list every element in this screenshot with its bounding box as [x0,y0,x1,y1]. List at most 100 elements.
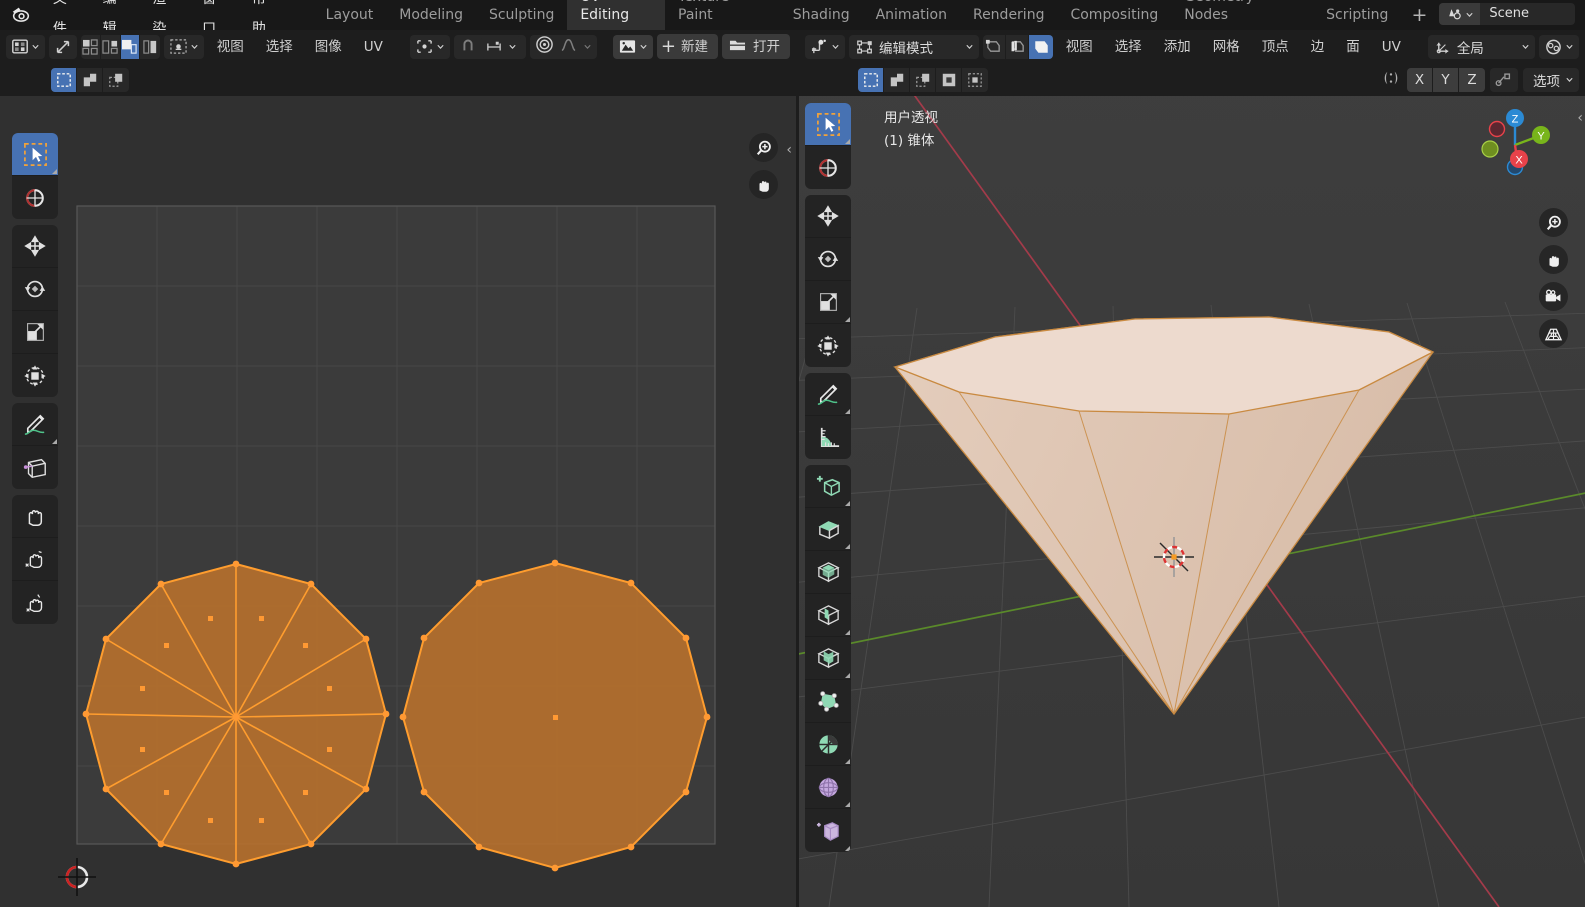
uv-edge-select-button[interactable] [101,34,121,59]
mirror-axis-z-button[interactable]: Z [1459,67,1485,92]
v3d-scale-tool[interactable] [805,281,851,324]
intersect-select-button[interactable] [962,68,988,92]
uv-mirror-button[interactable] [1490,67,1518,92]
subtract-select-button[interactable] [910,67,936,92]
uv-zoom-button[interactable] [749,133,778,162]
uv-menu-view[interactable]: 视图 [208,37,253,57]
viewport-menu-face[interactable]: 面 [1337,37,1369,57]
uv-pan-button[interactable] [749,170,778,199]
new-image-button[interactable]: + 新建 [656,34,718,59]
uv-editor-type-button[interactable] [6,34,45,59]
v3d-rotate-tool[interactable] [805,238,851,281]
viewport-menu-select[interactable]: 选择 [1106,37,1151,57]
uv-menu-uv[interactable]: UV [355,37,392,57]
interaction-mode-dropdown[interactable]: 编辑模式 [849,34,979,59]
tab-rendering[interactable]: Rendering [960,1,1058,30]
extend-select-button[interactable] [884,67,910,92]
viewport-editor-type-button[interactable] [805,34,845,59]
uv-grab-tool[interactable] [12,495,58,538]
tab-texture-paint[interactable]: Texture Paint [665,0,780,30]
v3d-loop-cut-tool[interactable] [805,637,851,680]
viewport-perspective-toggle-button[interactable] [1539,319,1568,348]
scene-selector[interactable]: Scene [1439,3,1575,25]
proportional-editing-icon[interactable] [535,35,554,58]
v3d-annotate-tool[interactable] [805,373,851,416]
uv-island-select-button[interactable] [140,35,160,59]
set-select-button[interactable] [51,67,77,92]
v3d-bevel-tool[interactable] [805,594,851,637]
tab-uv-editing[interactable]: UV Editing [567,0,666,30]
uv-tweak-tool[interactable] [12,133,58,176]
uv-pinch-tool[interactable] [12,581,58,624]
viewport-pan-button[interactable] [1539,245,1568,274]
viewport-menu-mesh[interactable]: 网格 [1204,37,1249,57]
v3d-extrude-region-tool[interactable] [805,508,851,551]
v3d-tweak-tool[interactable] [805,103,851,146]
v3d-smooth-tool[interactable] [805,766,851,809]
uv-menu-image[interactable]: 图像 [306,37,351,57]
tab-compositing[interactable]: Compositing [1057,1,1171,30]
pivot-point-dropdown[interactable] [1539,34,1579,59]
tab-geometry-nodes[interactable]: Geometry Nodes [1171,0,1313,30]
mirror-axis-y-button[interactable]: Y [1433,67,1459,92]
viewport-3d-canvas[interactable] [799,30,1585,907]
viewport-menu-vertex[interactable]: 顶点 [1253,37,1298,57]
tab-sculpting[interactable]: Sculpting [476,1,567,30]
uv-sidebar-toggle[interactable]: ‹ [786,142,792,158]
tab-scripting[interactable]: Scripting [1313,1,1401,30]
v3d-transform-tool[interactable] [805,324,851,367]
mesh-edge-select-button[interactable] [1006,34,1030,59]
tab-modeling[interactable]: Modeling [386,1,476,30]
viewport-options-dropdown[interactable]: 选项 [1523,67,1579,92]
uv-transform-tool[interactable] [12,354,58,397]
tab-layout[interactable]: Layout [313,1,387,30]
subtract-select-button[interactable] [103,68,129,92]
navigation-gizmo[interactable]: Z Y X [1475,103,1555,183]
uv-sticky-selection-button[interactable] [163,34,204,59]
v3d-cursor-tool[interactable] [805,146,851,189]
v3d-inset-faces-tool[interactable] [805,551,851,594]
blender-logo-icon[interactable] [0,0,42,30]
uv-annotate-tool[interactable] [12,403,58,446]
mirror-axis-x-button[interactable]: X [1407,67,1433,92]
uv-scale-tool[interactable] [12,311,58,354]
v3d-shear-tool[interactable] [805,809,851,852]
mesh-vertex-select-button[interactable] [983,34,1007,59]
transform-orientation-dropdown[interactable]: 全局 [1427,34,1535,59]
tab-animation[interactable]: Animation [863,1,960,30]
uv-move-tool[interactable] [12,225,58,268]
tab-shading[interactable]: Shading [780,1,863,30]
v3d-spin-tool[interactable] [805,723,851,766]
v3d-poly-build-tool[interactable] [805,680,851,723]
v3d-add-cube-tool[interactable] [805,465,851,508]
uv-vertex-select-button[interactable] [81,34,101,59]
mesh-face-select-button[interactable] [1029,34,1053,59]
uv-pivot-point-button[interactable] [409,34,450,59]
viewport-zoom-button[interactable] [1539,208,1568,237]
uv-menu-select[interactable]: 选择 [257,37,302,57]
uv-sync-selection-icon[interactable] [49,34,77,59]
scene-icon[interactable] [1439,3,1481,25]
snap-magnet-icon[interactable] [459,36,477,58]
add-workspace-button[interactable]: + [1401,4,1439,30]
viewport-camera-button[interactable] [1539,282,1568,311]
smooth-falloff-icon[interactable] [559,36,578,57]
v3d-measure-tool[interactable] [805,416,851,459]
uv-rotate-tool[interactable] [12,268,58,311]
set-select-button[interactable] [858,67,884,92]
uv-face-select-button[interactable] [120,34,141,59]
extend-select-button[interactable] [77,67,103,92]
v3d-move-tool[interactable] [805,195,851,238]
uv-relax-tool[interactable] [12,538,58,581]
viewport-menu-uv[interactable]: UV [1373,37,1410,57]
uv-rip-region-tool[interactable] [12,446,58,489]
uv-cursor-tool[interactable] [12,176,58,219]
open-image-button[interactable]: 打开 [722,34,790,59]
viewport-menu-add[interactable]: 添加 [1155,37,1200,57]
viewport-menu-edge[interactable]: 边 [1302,37,1334,57]
scene-name[interactable]: Scene [1480,3,1575,25]
viewport-sidebar-toggle[interactable]: ‹ [1577,110,1583,126]
image-datablock-button[interactable] [612,34,653,59]
uv-editor-canvas[interactable] [0,30,796,907]
viewport-menu-view[interactable]: 视图 [1057,37,1102,57]
